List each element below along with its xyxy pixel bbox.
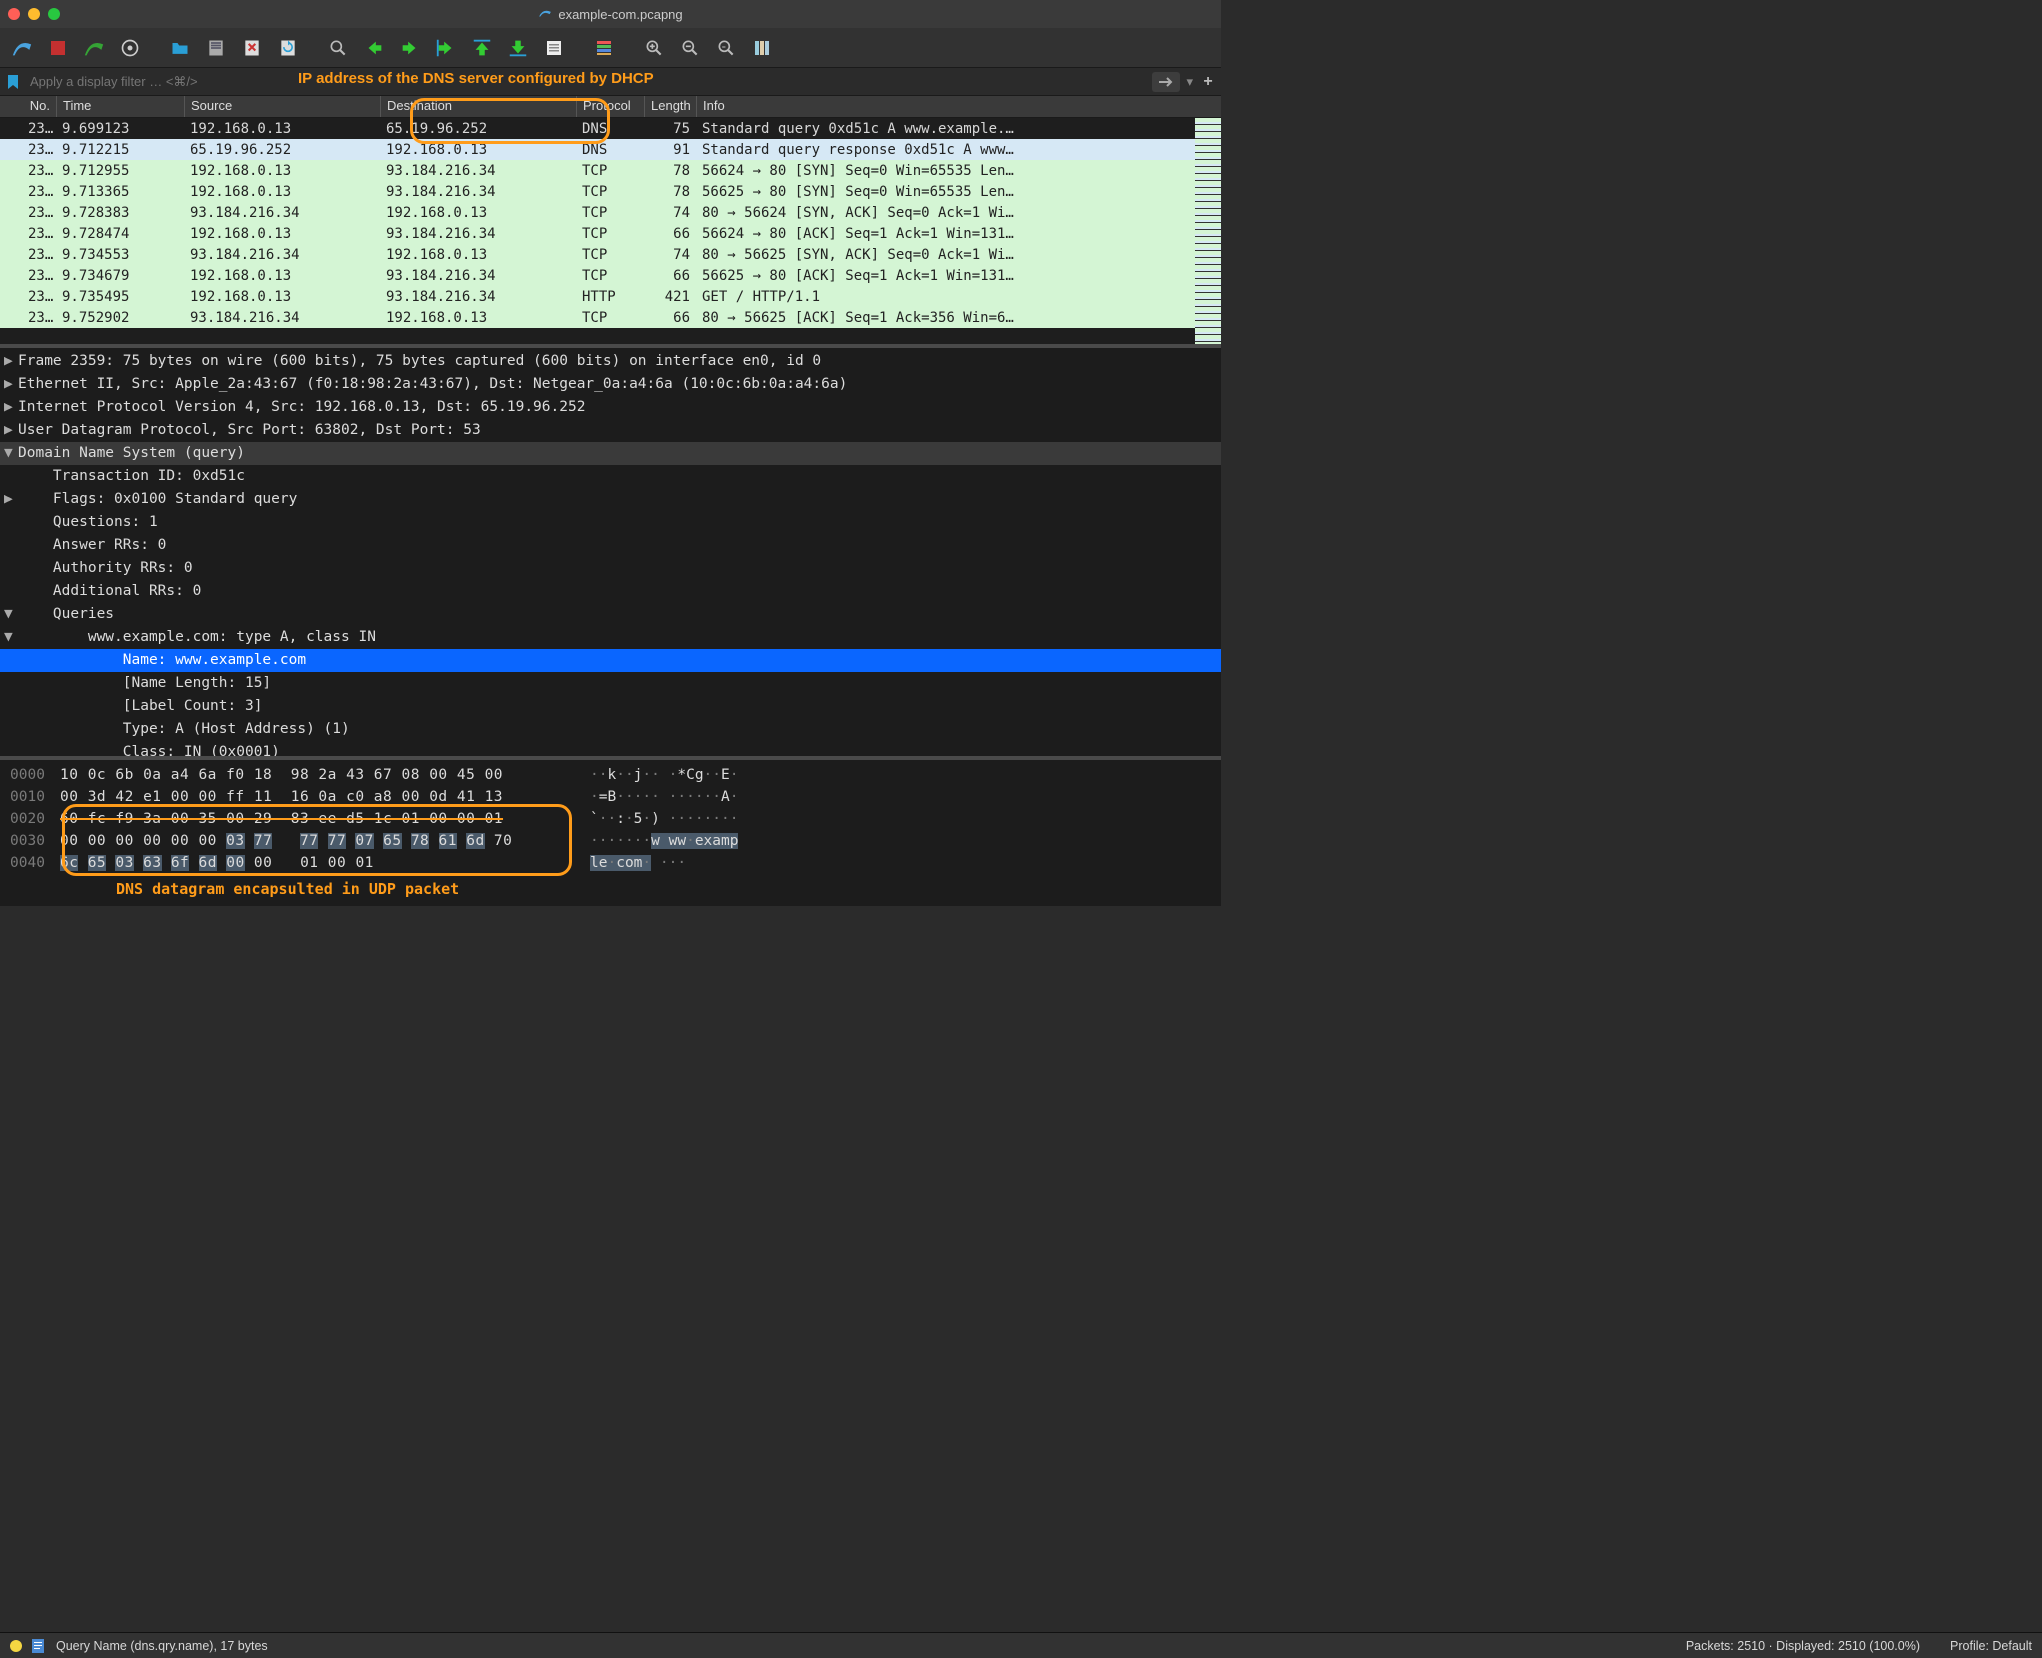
restart-capture-button[interactable] [78, 32, 110, 64]
column-info[interactable]: Info [696, 96, 1221, 117]
reload-file-button[interactable] [272, 32, 304, 64]
packet-list-header[interactable]: No. Time Source Destination Protocol Len… [0, 96, 1221, 118]
hex-row[interactable]: 002060 fc f9 3a 00 35 00 29 83 ee d5 1c … [0, 808, 1221, 830]
column-no[interactable]: No. [0, 96, 56, 117]
packet-row[interactable]: 23…9.713365192.168.0.1393.184.216.34TCP7… [0, 181, 1221, 202]
packet-list-pane[interactable]: No. Time Source Destination Protocol Len… [0, 96, 1221, 344]
packet-minimap[interactable] [1195, 118, 1221, 344]
detail-line[interactable]: Name: www.example.com [0, 649, 1221, 672]
packet-bytes-pane[interactable]: 000010 0c 6b 0a a4 6a f0 18 98 2a 43 67 … [0, 756, 1221, 906]
go-forward-button[interactable] [394, 32, 426, 64]
save-file-button[interactable] [200, 32, 232, 64]
detail-line[interactable]: Class: IN (0x0001) [0, 741, 1221, 756]
open-file-button[interactable] [164, 32, 196, 64]
detail-line[interactable]: ▶Frame 2359: 75 bytes on wire (600 bits)… [0, 350, 1221, 373]
window-titlebar: example-com.pcapng [0, 0, 1221, 28]
go-back-button[interactable] [358, 32, 390, 64]
zoom-out-button[interactable] [674, 32, 706, 64]
stop-capture-button[interactable] [42, 32, 74, 64]
hex-row[interactable]: 00406c 65 03 63 6f 6d 00 00 01 00 01le·c… [0, 852, 1221, 874]
status-profile[interactable]: Profile: Default [1950, 1639, 2032, 1653]
detail-line[interactable]: [Label Count: 3] [0, 695, 1221, 718]
detail-line[interactable]: Questions: 1 [0, 511, 1221, 534]
go-last-button[interactable] [502, 32, 534, 64]
go-first-button[interactable] [466, 32, 498, 64]
column-protocol[interactable]: Protocol [576, 96, 644, 117]
annotation-bottom: DNS datagram encapsulted in UDP packet [116, 878, 459, 900]
zoom-reset-button[interactable]: = [710, 32, 742, 64]
detail-line[interactable]: ▼Domain Name System (query) [0, 442, 1221, 465]
packet-row[interactable]: 23…9.712955192.168.0.1393.184.216.34TCP7… [0, 160, 1221, 181]
wireshark-icon [538, 6, 552, 23]
display-filter-input[interactable] [26, 72, 1148, 91]
column-length[interactable]: Length [644, 96, 696, 117]
status-bar: Query Name (dns.qry.name), 17 bytes Pack… [0, 1632, 2042, 1658]
title-text: example-com.pcapng [558, 7, 682, 22]
column-source[interactable]: Source [184, 96, 380, 117]
detail-line[interactable]: Authority RRs: 0 [0, 557, 1221, 580]
resize-columns-button[interactable] [746, 32, 778, 64]
detail-line[interactable]: [Name Length: 15] [0, 672, 1221, 695]
hex-row[interactable]: 000010 0c 6b 0a a4 6a f0 18 98 2a 43 67 … [0, 764, 1221, 786]
display-filter-bar: ▾ + [0, 68, 1221, 96]
detail-line[interactable]: Transaction ID: 0xd51c [0, 465, 1221, 488]
hex-row[interactable]: 003000 00 00 00 00 00 03 77 77 77 07 65 … [0, 830, 1221, 852]
packet-row[interactable]: 23…9.75290293.184.216.34192.168.0.13TCP6… [0, 307, 1221, 328]
filter-apply-button[interactable] [1152, 72, 1180, 92]
main-toolbar: = [0, 28, 1221, 68]
find-packet-button[interactable] [322, 32, 354, 64]
status-field-info: Query Name (dns.qry.name), 17 bytes [56, 1639, 268, 1653]
detail-line[interactable]: Answer RRs: 0 [0, 534, 1221, 557]
detail-line[interactable]: ▼ www.example.com: type A, class IN [0, 626, 1221, 649]
column-destination[interactable]: Destination [380, 96, 576, 117]
bookmark-icon[interactable] [4, 73, 22, 91]
detail-line[interactable]: ▼ Queries [0, 603, 1221, 626]
packet-row[interactable]: 23…9.735495192.168.0.1393.184.216.34HTTP… [0, 286, 1221, 307]
auto-scroll-button[interactable] [538, 32, 570, 64]
expert-info-icon[interactable] [10, 1640, 22, 1652]
detail-line[interactable]: Type: A (Host Address) (1) [0, 718, 1221, 741]
detail-line[interactable]: ▶Ethernet II, Src: Apple_2a:43:67 (f0:18… [0, 373, 1221, 396]
notepad-icon[interactable] [30, 1638, 46, 1654]
detail-line[interactable]: Additional RRs: 0 [0, 580, 1221, 603]
close-file-button[interactable] [236, 32, 268, 64]
go-to-packet-button[interactable] [430, 32, 462, 64]
packet-details-pane[interactable]: ▶Frame 2359: 75 bytes on wire (600 bits)… [0, 344, 1221, 756]
packet-row[interactable]: 23…9.72838393.184.216.34192.168.0.13TCP7… [0, 202, 1221, 223]
filter-add-button[interactable]: + [1199, 72, 1217, 92]
capture-options-button[interactable] [114, 32, 146, 64]
svg-text:=: = [722, 43, 726, 50]
column-time[interactable]: Time [56, 96, 184, 117]
detail-line[interactable]: ▶Internet Protocol Version 4, Src: 192.1… [0, 396, 1221, 419]
packet-row[interactable]: 23…9.71221565.19.96.252192.168.0.13DNS91… [0, 139, 1221, 160]
window-title: example-com.pcapng [0, 6, 1221, 23]
packet-row[interactable]: 23…9.734679192.168.0.1393.184.216.34TCP6… [0, 265, 1221, 286]
zoom-in-button[interactable] [638, 32, 670, 64]
status-packets: Packets: 2510 · Displayed: 2510 (100.0%) [1686, 1639, 1920, 1653]
start-capture-button[interactable] [6, 32, 38, 64]
packet-row[interactable]: 23…9.728474192.168.0.1393.184.216.34TCP6… [0, 223, 1221, 244]
colorize-button[interactable] [588, 32, 620, 64]
hex-row[interactable]: 001000 3d 42 e1 00 00 ff 11 16 0a c0 a8 … [0, 786, 1221, 808]
detail-line[interactable]: ▶ Flags: 0x0100 Standard query [0, 488, 1221, 511]
packet-row[interactable]: 23…9.699123192.168.0.1365.19.96.252DNS75… [0, 118, 1221, 139]
detail-line[interactable]: ▶User Datagram Protocol, Src Port: 63802… [0, 419, 1221, 442]
packet-row[interactable]: 23…9.73455393.184.216.34192.168.0.13TCP7… [0, 244, 1221, 265]
